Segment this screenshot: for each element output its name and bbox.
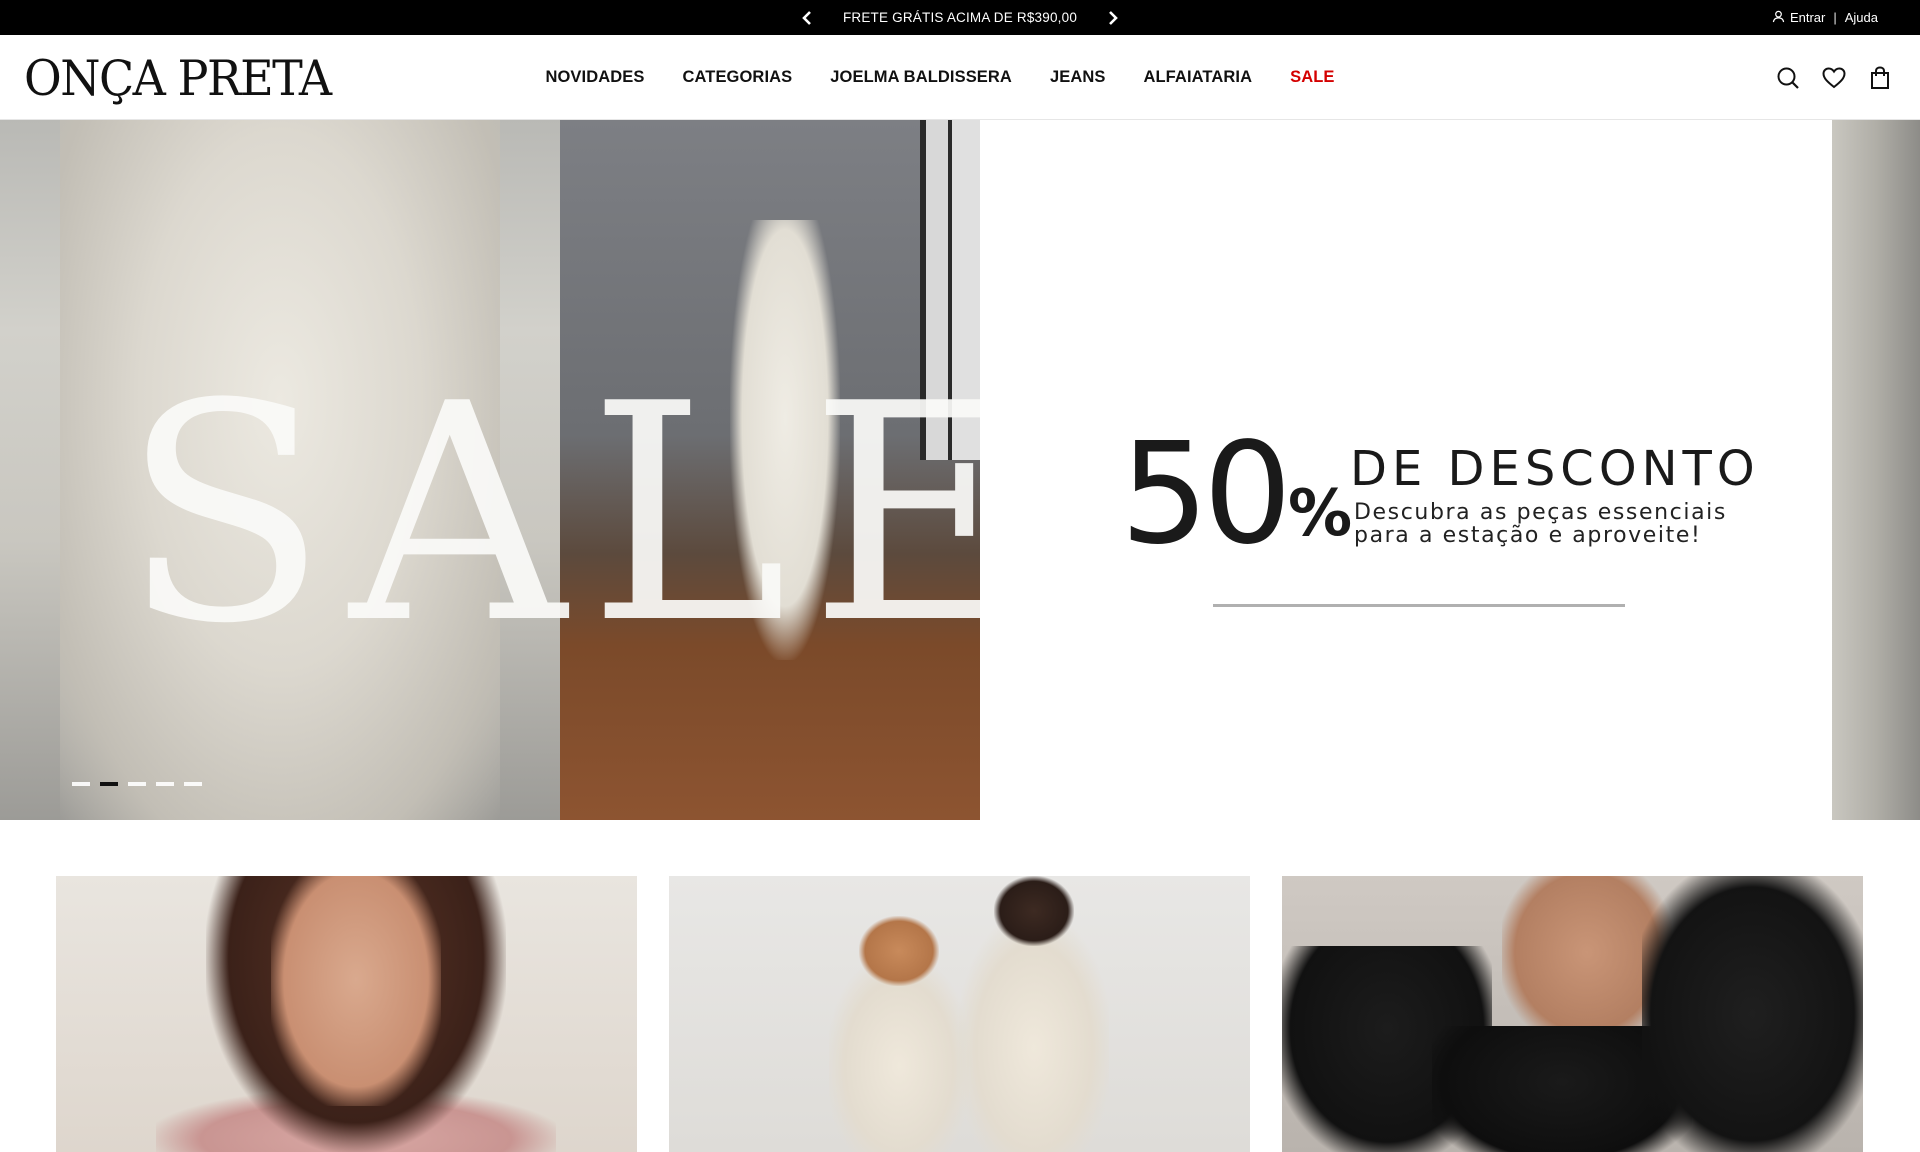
category-card-2[interactable]	[669, 876, 1250, 1152]
site-header: ONÇA PRETA NOVIDADES CATEGORIAS JOELMA B…	[0, 35, 1920, 120]
chevron-left-icon[interactable]	[797, 8, 817, 28]
hero-promo-panel: 50 % DE DESCONTO Descubra as peças essen…	[980, 120, 1832, 820]
bag-icon[interactable]	[1868, 65, 1892, 90]
discount-subtitle-line-1: Descubra as peças essenciais	[1354, 500, 1727, 525]
help-link[interactable]: Ajuda	[1845, 10, 1878, 25]
discount-percent-sign: %	[1288, 477, 1353, 551]
discount-headline: DE DESCONTO	[1350, 441, 1760, 497]
card2-head-right	[994, 876, 1074, 946]
chevron-right-icon[interactable]	[1103, 8, 1123, 28]
discount-percent: 50	[1120, 413, 1292, 576]
card1-face	[271, 876, 441, 1106]
nav-item-novidades[interactable]: NOVIDADES	[545, 68, 644, 87]
hero-banner[interactable]: SALE 50 % DE DESCONTO Descubra as peças …	[0, 120, 1920, 820]
login-link[interactable]: Entrar	[1772, 10, 1825, 26]
discount-subtitle-line-2: para a estação e aproveite!	[1354, 523, 1702, 548]
category-cards	[56, 876, 1864, 1152]
nav-item-sale[interactable]: SALE	[1290, 68, 1334, 87]
category-card-3[interactable]	[1282, 876, 1863, 1152]
carousel-dot-4[interactable]	[156, 782, 174, 786]
announcement-bar: FRETE GRÁTIS ACIMA DE R$390,00 Entrar | …	[0, 0, 1920, 35]
card3-model-right	[1642, 876, 1863, 1152]
announcement-carousel: FRETE GRÁTIS ACIMA DE R$390,00	[0, 0, 1920, 35]
header-actions	[1776, 35, 1892, 120]
heart-icon[interactable]	[1822, 66, 1846, 90]
main-nav: NOVIDADES CATEGORIAS JOELMA BALDISSERA J…	[0, 35, 1920, 120]
nav-item-jeans[interactable]: JEANS	[1050, 68, 1106, 87]
carousel-dot-3[interactable]	[128, 782, 146, 786]
carousel-dot-1[interactable]	[72, 782, 90, 786]
promo-divider	[1213, 604, 1625, 607]
nav-item-joelma-baldissera[interactable]: JOELMA BALDISSERA	[830, 68, 1012, 87]
card2-head-left	[859, 916, 939, 986]
hero-next-slide-peek	[1832, 120, 1920, 820]
login-label: Entrar	[1789, 10, 1826, 25]
nav-item-alfaiataria[interactable]: ALFAIATARIA	[1143, 68, 1252, 87]
account-separator: |	[1833, 10, 1837, 25]
search-icon[interactable]	[1776, 66, 1800, 90]
announcement-text: FRETE GRÁTIS ACIMA DE R$390,00	[842, 10, 1078, 25]
category-card-1[interactable]	[56, 876, 637, 1152]
user-icon	[1772, 10, 1785, 26]
nav-item-categorias[interactable]: CATEGORIAS	[682, 68, 792, 87]
carousel-dot-2[interactable]	[100, 782, 118, 786]
carousel-dot-5[interactable]	[184, 782, 202, 786]
account-links: Entrar | Ajuda	[1772, 0, 1878, 35]
card2-model-right	[959, 916, 1109, 1152]
hero-sale-word: SALE	[122, 340, 1051, 689]
carousel-pagination	[72, 782, 202, 786]
